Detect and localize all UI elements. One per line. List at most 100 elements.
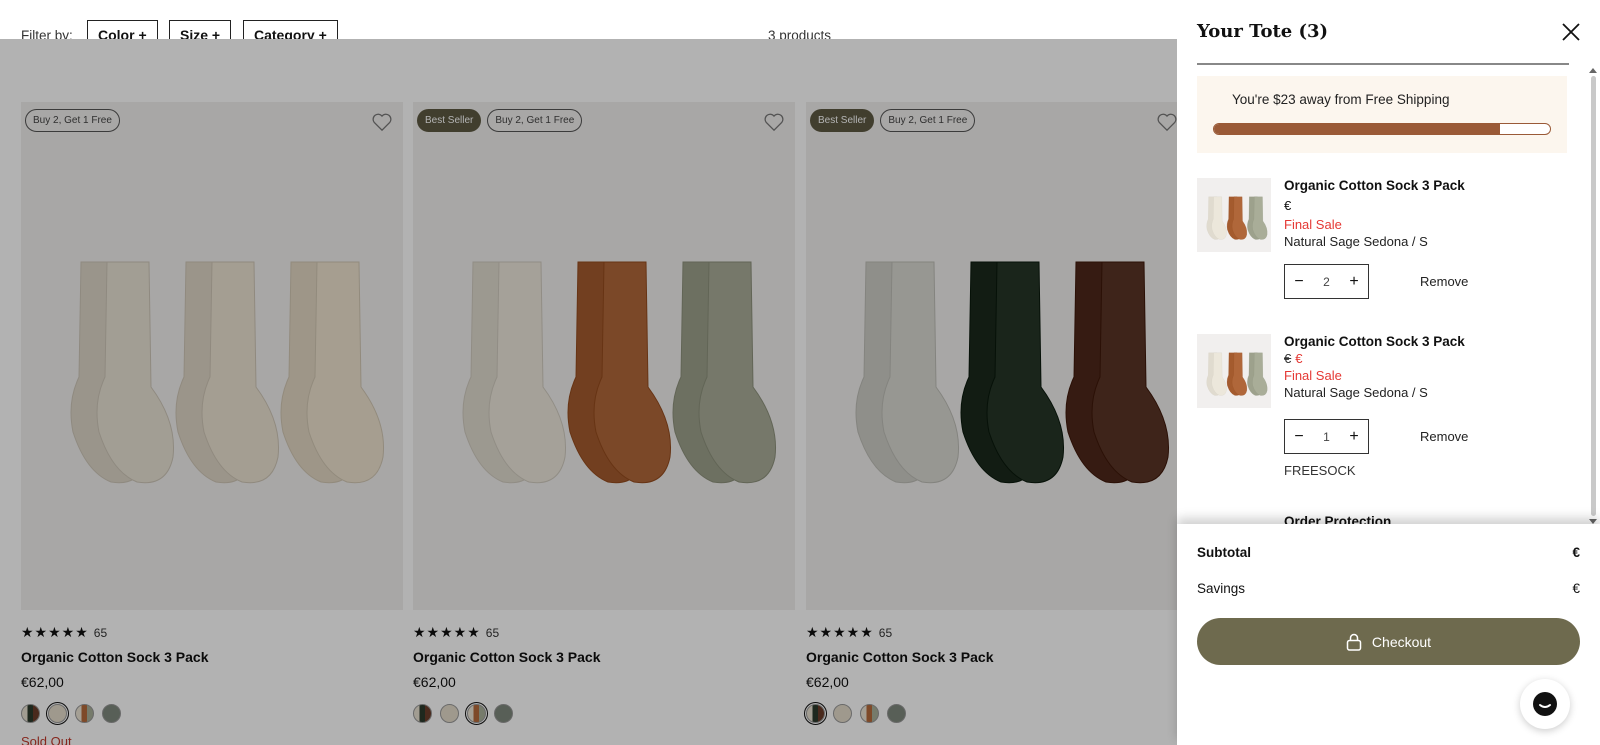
swatch-sage[interactable] [887, 704, 906, 723]
cart-item-price-original: € [1284, 351, 1292, 366]
sock-shape [1252, 352, 1268, 396]
swatch-natural[interactable] [46, 702, 69, 725]
cart-item-price-sale: € [1295, 351, 1303, 366]
star-rating-icon: ★★★★★ [21, 624, 89, 640]
swatch-multi-dark[interactable] [804, 702, 827, 725]
savings-label: Savings [1197, 581, 1246, 596]
sock-shape [1252, 196, 1268, 240]
quantity-value[interactable]: 2 [1313, 275, 1340, 289]
product-image[interactable]: Best Seller Buy 2, Get 1 Free [413, 102, 795, 610]
decrease-quantity-button[interactable]: − [1285, 420, 1313, 453]
quantity-stepper: − 2 + [1284, 264, 1369, 299]
product-image[interactable]: Buy 2, Get 1 Free [21, 102, 403, 610]
decrease-quantity-button[interactable]: − [1285, 265, 1313, 298]
savings-row: Savings € [1197, 581, 1580, 596]
cart-item-name[interactable]: Organic Cotton Sock 3 Pack [1284, 178, 1564, 193]
cart-item-name[interactable]: Organic Cotton Sock 3 Pack [1284, 334, 1564, 349]
swatch-sage[interactable] [102, 704, 121, 723]
sock-illustration [70, 261, 385, 484]
rating-count: 65 [93, 625, 108, 640]
scrollbar-thumb[interactable] [1591, 76, 1596, 516]
swatch-natural[interactable] [833, 704, 852, 723]
sock-shape [1091, 261, 1170, 484]
increase-quantity-button[interactable]: + [1340, 420, 1368, 453]
sock-shape [593, 261, 672, 484]
product-name[interactable]: Organic Cotton Sock 3 Pack [806, 649, 1188, 665]
cart-item-variant: Natural Sage Sedona / S [1284, 385, 1428, 400]
best-seller-badge: Best Seller [417, 109, 482, 132]
final-sale-label: Final Sale [1284, 368, 1342, 383]
swatch-multi-light[interactable] [75, 704, 94, 723]
color-swatches [804, 702, 1188, 725]
final-sale-label: Final Sale [1284, 217, 1342, 232]
increase-quantity-button[interactable]: + [1340, 265, 1368, 298]
divider [1197, 63, 1569, 65]
star-rating-icon: ★★★★★ [806, 624, 874, 640]
quantity-value[interactable]: 1 [1313, 430, 1340, 444]
sock-shape [201, 261, 280, 484]
cart-title: Your Tote (3) [1197, 21, 1329, 42]
cart-item-thumbnail[interactable] [1197, 178, 1271, 252]
heart-icon[interactable] [763, 112, 785, 132]
product-card[interactable]: Best Seller Buy 2, Get 1 Free ★★★★★ 65 O… [413, 102, 795, 725]
color-swatches [413, 702, 795, 725]
sock-shape [96, 261, 175, 484]
sock-shape [698, 261, 777, 484]
sock-shape [881, 261, 960, 484]
product-grid: Buy 2, Get 1 Free ★★★★★ 65 Organic Cotto… [0, 39, 1188, 745]
subtotal-row: Subtotal € [1197, 545, 1580, 560]
cart-drawer: Your Tote (3) You're $23 away from Free … [1177, 0, 1600, 745]
quantity-stepper: − 1 + [1284, 419, 1369, 454]
remove-item-button[interactable]: Remove [1420, 274, 1468, 289]
cart-scrollbar[interactable] [1588, 66, 1598, 526]
close-icon[interactable] [1560, 21, 1582, 43]
chat-widget-button[interactable] [1520, 679, 1570, 729]
rating: ★★★★★ 65 [413, 624, 795, 641]
sock-illustration [462, 261, 777, 484]
promo-badge: Buy 2, Get 1 Free [25, 109, 120, 132]
sold-out-label: Sold Out [21, 734, 72, 745]
remove-item-button[interactable]: Remove [1420, 429, 1468, 444]
sock-shape [306, 261, 385, 484]
cart-item-price: € [1284, 198, 1564, 213]
swatch-multi-light[interactable] [465, 702, 488, 725]
cart-item-price-original: € [1284, 198, 1292, 213]
free-shipping-progress-fill [1214, 124, 1500, 134]
sock-shape [488, 261, 567, 484]
rating-count: 65 [878, 625, 893, 640]
free-shipping-progress [1213, 123, 1551, 135]
heart-icon[interactable] [1156, 112, 1178, 132]
heart-icon[interactable] [371, 112, 393, 132]
swatch-sage[interactable] [494, 704, 513, 723]
rating: ★★★★★ 65 [21, 624, 403, 641]
product-image[interactable]: Best Seller Buy 2, Get 1 Free [806, 102, 1188, 610]
promo-badge: Buy 2, Get 1 Free [487, 109, 583, 132]
sock-shape [1211, 196, 1227, 240]
swatch-natural[interactable] [440, 704, 459, 723]
star-rating-icon: ★★★★★ [413, 624, 481, 640]
promo-badge: Buy 2, Get 1 Free [880, 109, 976, 132]
product-card[interactable]: Buy 2, Get 1 Free ★★★★★ 65 Organic Cotto… [21, 102, 403, 745]
subtotal-value: € [1572, 545, 1580, 560]
subtotal-label: Subtotal [1197, 545, 1251, 560]
rating: ★★★★★ 65 [806, 624, 1188, 641]
free-shipping-banner: You're $23 away from Free Shipping [1197, 76, 1567, 153]
swatch-multi-dark[interactable] [413, 704, 432, 723]
promo-code: FREESOCK [1284, 463, 1356, 478]
checkout-button[interactable]: Checkout [1197, 618, 1580, 665]
product-name[interactable]: Organic Cotton Sock 3 Pack [413, 649, 795, 665]
swatch-multi-dark[interactable] [21, 704, 40, 723]
product-name[interactable]: Organic Cotton Sock 3 Pack [21, 649, 403, 665]
sock-illustration [855, 261, 1170, 484]
cart-item-thumbnail[interactable] [1197, 334, 1271, 408]
lock-icon [1346, 633, 1362, 651]
best-seller-badge: Best Seller [810, 109, 875, 132]
chat-icon [1533, 692, 1557, 716]
product-card[interactable]: Best Seller Buy 2, Get 1 Free ★★★★★ 65 O… [804, 102, 1188, 725]
scroll-up-arrow-icon[interactable] [1588, 66, 1598, 74]
swatch-multi-light[interactable] [860, 704, 879, 723]
product-price: €62,00 [21, 674, 64, 690]
product-price: €62,00 [413, 674, 456, 690]
cart-summary: Subtotal € Savings € Checkout [1177, 524, 1600, 745]
sock-shape [1211, 352, 1227, 396]
